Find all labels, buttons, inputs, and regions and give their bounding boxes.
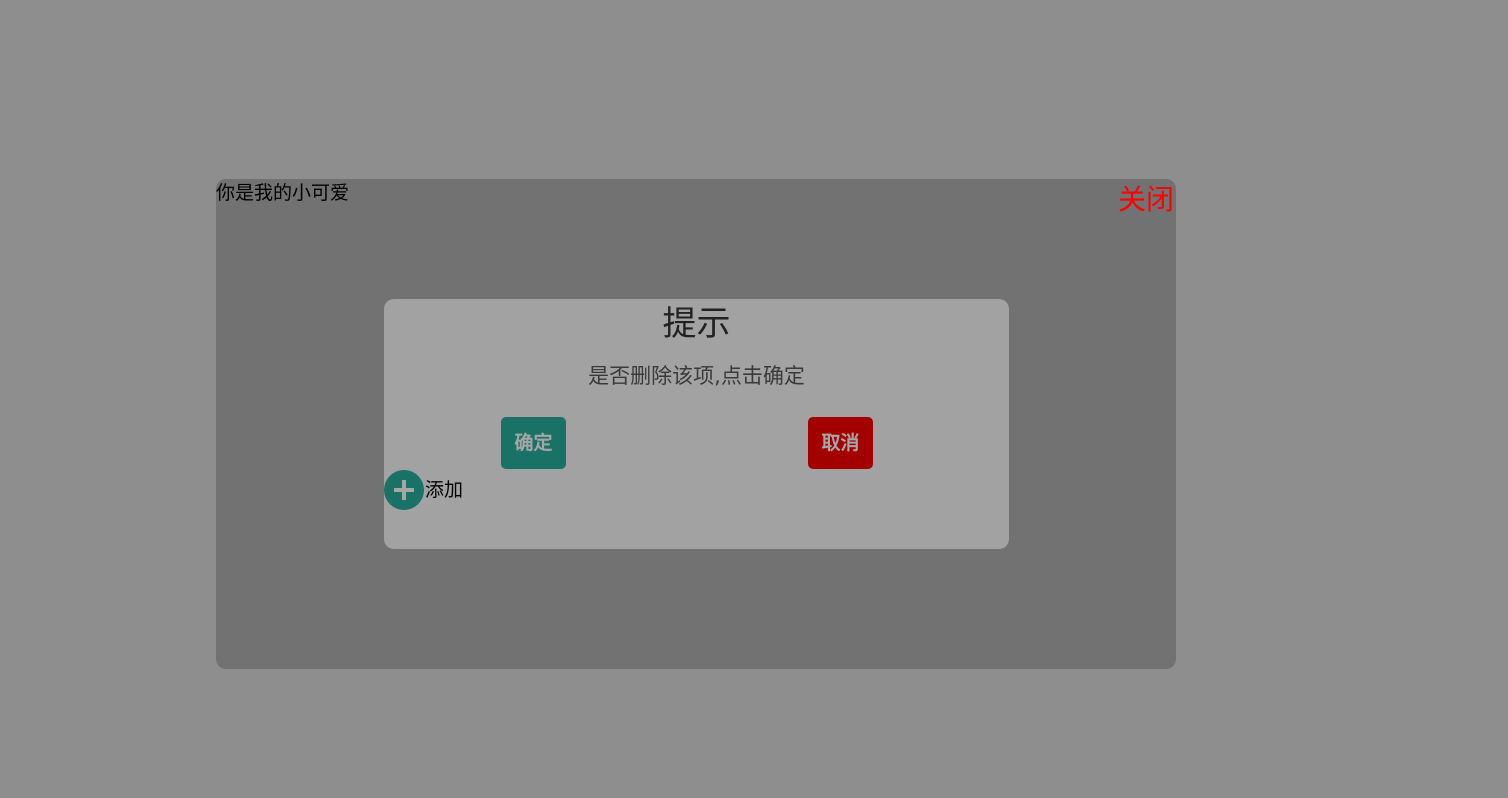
page: 你是我的小可爱 关闭 提示 是否删除该项,点击确定 确定 取消 添加 (0, 0, 1508, 798)
add-button[interactable]: 添加 (384, 470, 463, 510)
close-button[interactable]: 关闭 (1118, 183, 1174, 217)
dialog-title: 提示 (662, 304, 731, 344)
dialog-message: 是否删除该项,点击确定 (588, 364, 805, 388)
plus-icon[interactable] (384, 470, 424, 510)
content-panel: 你是我的小可爱 关闭 提示 是否删除该项,点击确定 确定 取消 添加 (216, 179, 1176, 669)
cancel-button[interactable]: 取消 (808, 417, 873, 469)
confirm-button[interactable]: 确定 (501, 417, 566, 469)
panel-title: 你是我的小可爱 (216, 182, 350, 204)
plus-icon-glyph (394, 480, 414, 500)
confirm-dialog: 提示 是否删除该项,点击确定 确定 取消 添加 (384, 299, 1009, 549)
add-label: 添加 (425, 479, 464, 501)
